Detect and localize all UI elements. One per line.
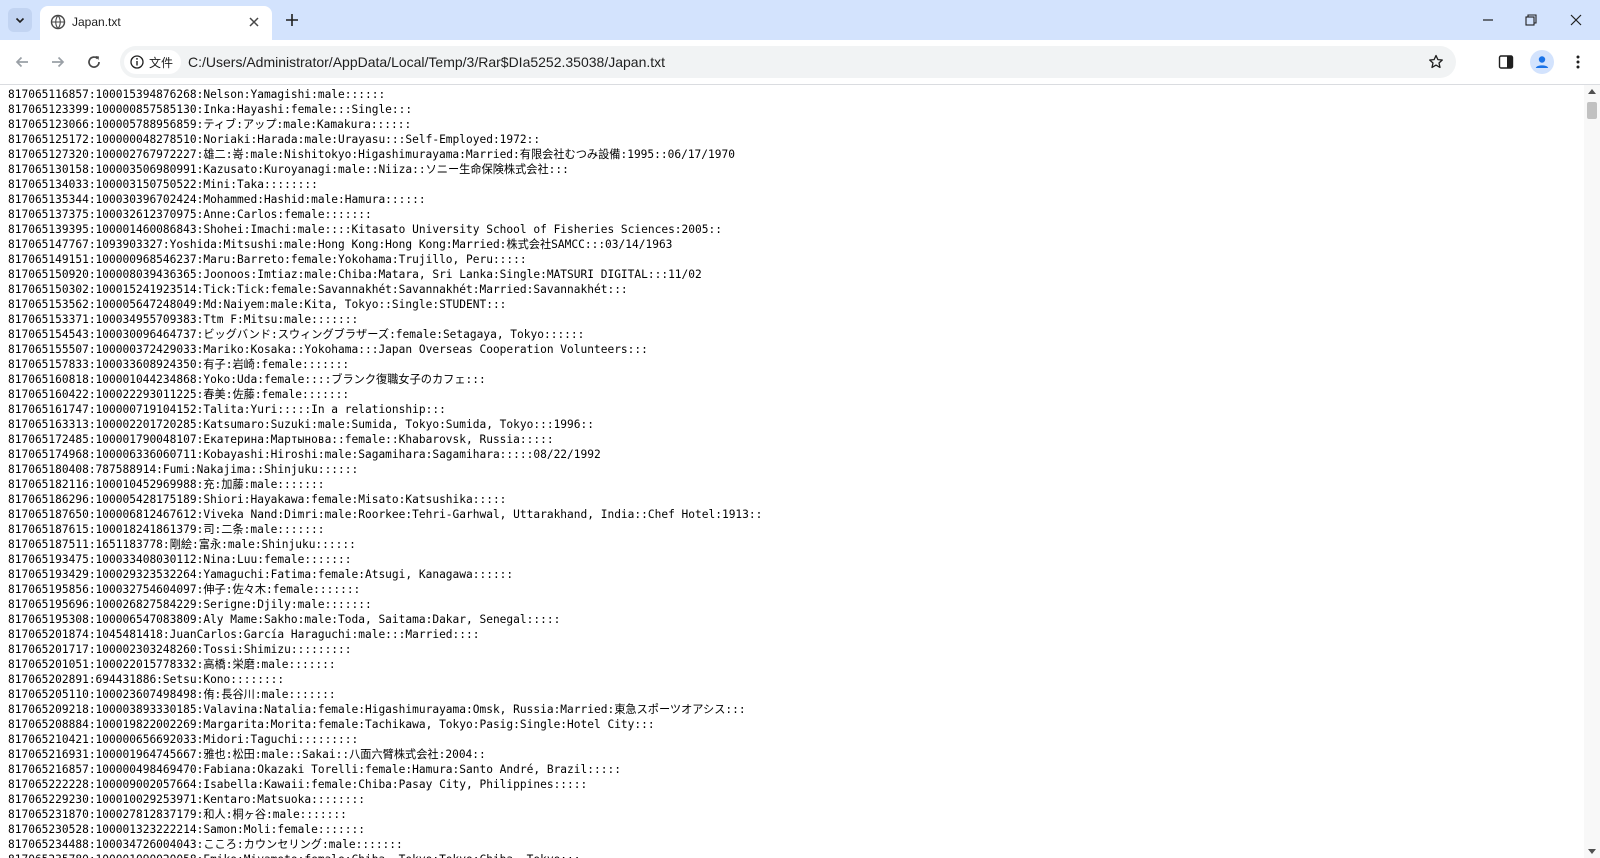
text-line: 817065160818:100001044234868:Yoko:Uda:fe… xyxy=(8,373,486,386)
text-line: 817065153562:100005647248049:Md:Naiyem:m… xyxy=(8,298,507,311)
reload-button[interactable] xyxy=(82,50,106,74)
tab-search-button[interactable] xyxy=(8,8,32,32)
tab-strip: Japan.txt xyxy=(0,0,1600,40)
text-line: 817065230528:100001323222214:Samon:Moli:… xyxy=(8,823,365,836)
text-line: 817065150302:100015241923514:Tick:Tick:f… xyxy=(8,283,628,296)
text-line: 817065195696:100026827584229:Serigne:Dji… xyxy=(8,598,372,611)
site-chip-label: 文件 xyxy=(149,55,174,70)
text-line: 817065229230:100010029253971:Kentaro:Mat… xyxy=(8,793,365,806)
close-icon xyxy=(249,17,259,27)
text-line: 817065137375:100032612370975:Anne:Carlos… xyxy=(8,208,372,221)
text-line: 817065139395:100001460086843:Shohei:Imac… xyxy=(8,223,722,236)
text-document-viewer[interactable]: 817065116857:100015394876268:Nelson:Yama… xyxy=(0,85,1584,858)
profile-button[interactable] xyxy=(1530,50,1554,74)
text-line: 817065209218:100003893330185:Valavina:Na… xyxy=(8,703,746,716)
text-line: 817065149151:100000968546237:Maru:Barret… xyxy=(8,253,527,266)
text-line: 817065205110:100023607498498:侑:長谷川:male:… xyxy=(8,688,336,701)
text-line: 817065201717:100002303248260:Tossi:Shimi… xyxy=(8,643,352,656)
star-icon xyxy=(1429,54,1443,69)
text-line: 817065234488:100034726004043:こころ:カウンセリング… xyxy=(8,838,403,851)
info-icon xyxy=(130,55,144,69)
text-line: 817065210421:100000656692033:Midori:Tagu… xyxy=(8,733,359,746)
side-panel-button[interactable] xyxy=(1494,50,1518,74)
text-line: 817065123066:100005788956859:ティブ:アップ:mal… xyxy=(8,118,412,131)
text-line: 817065130158:100003506980991:Kazusato:Ku… xyxy=(8,163,569,176)
text-line: 817065187650:100006812467612:Viveka Nand… xyxy=(8,508,763,521)
browser-menu-button[interactable] xyxy=(1566,50,1590,74)
minimize-button[interactable] xyxy=(1476,8,1500,32)
text-line: 817065125172:100000048278510:Noriaki:Har… xyxy=(8,133,541,146)
text-line: 817065186296:100005428175189:Shiori:Haya… xyxy=(8,493,507,506)
chevron-down-icon xyxy=(15,17,25,24)
globe-icon xyxy=(50,14,66,30)
text-line: 817065116857:100015394876268:Nelson:Yama… xyxy=(8,88,386,101)
text-line: 817065160422:100022293011225:春美:佐藤:femal… xyxy=(8,388,350,401)
text-line: 817065231870:100027812837179:和人:桐ヶ谷:male… xyxy=(8,808,347,821)
window-close-button[interactable] xyxy=(1564,8,1588,32)
vertical-scrollbar[interactable] xyxy=(1584,85,1600,858)
site-info-chip[interactable]: 文件 xyxy=(124,50,182,74)
text-line: 817065180408:787588914:Fumi:Nakajima::Sh… xyxy=(8,463,359,476)
url-text[interactable]: C:/Users/Administrator/AppData/Local/Tem… xyxy=(188,54,665,70)
text-line: 817065155507:100000372429033:Mariko:Kosa… xyxy=(8,343,648,356)
plus-icon xyxy=(286,14,298,26)
scroll-up-arrow-icon[interactable] xyxy=(1588,89,1596,94)
close-icon xyxy=(1570,14,1582,26)
side-panel-icon xyxy=(1498,55,1514,69)
text-line: 817065193429:100029323532264:Yamaguchi:F… xyxy=(8,568,514,581)
scroll-down-arrow-icon[interactable] xyxy=(1588,849,1596,854)
restore-button[interactable] xyxy=(1519,8,1543,32)
text-line: 817065163313:100002201720285:Katsumaro:S… xyxy=(8,418,594,431)
more-vert-icon xyxy=(1576,55,1580,69)
text-line: 817065195856:100032754604097:伸子:佐々木:fema… xyxy=(8,583,361,596)
text-line: 817065187615:100018241861379:司:二条:male::… xyxy=(8,523,325,536)
forward-arrow-icon xyxy=(52,56,65,68)
reload-icon xyxy=(88,56,100,68)
tab-title: Japan.txt xyxy=(72,15,121,29)
text-line: 817065235780:100001090020058:Emiko:Miyam… xyxy=(8,852,762,858)
text-line: 817065150920:100008039436365:Joonoos:Imt… xyxy=(8,268,702,281)
text-line: 817065193475:100033408030112:Nina:Luu:fe… xyxy=(8,553,352,566)
text-line: 817065174968:100006336060711:Kobayashi:H… xyxy=(8,448,601,461)
text-line: 817065127320:100002767972227:雄二:嵜:male:N… xyxy=(8,148,735,161)
text-line: 817065157833:100033608924350:有子:岩崎:femal… xyxy=(8,358,350,371)
text-line: 817065195308:100006547083809:Aly Mame:Sa… xyxy=(8,613,561,626)
profile-icon xyxy=(1535,56,1549,68)
scroll-thumb[interactable] xyxy=(1587,102,1597,119)
browser-toolbar: 文件 C:/Users/Administrator/AppData/Local/… xyxy=(0,40,1600,85)
text-line: 817065123399:100000857585130:Inka:Hayash… xyxy=(8,103,413,116)
restore-icon xyxy=(1525,14,1537,26)
text-line: 817065208884:100019822002269:Margarita:M… xyxy=(8,718,655,731)
forward-button[interactable] xyxy=(46,50,70,74)
text-line: 817065135344:100030396702424:Mohammed:Ha… xyxy=(8,193,426,206)
text-content: 817065116857:100015394876268:Nelson:Yama… xyxy=(8,87,762,858)
text-line: 817065147767:1093903327:Yoshida:Mitsushi… xyxy=(8,238,673,251)
back-arrow-icon xyxy=(15,56,28,68)
text-line: 817065202891:694431886:Setsu:Kono:::::::… xyxy=(8,673,285,686)
bookmark-button[interactable] xyxy=(1426,52,1446,72)
text-line: 817065222228:100009002057664:Isabella:Ka… xyxy=(8,778,588,791)
text-line: 817065161747:100000719104152:Talita:Yuri… xyxy=(8,403,446,416)
text-line: 817065154543:100030096464737:ビッグバンド:スウィン… xyxy=(8,328,585,341)
back-button[interactable] xyxy=(10,50,34,74)
active-tab[interactable]: Japan.txt xyxy=(40,6,272,40)
text-line: 817065216931:100001964745667:雅也:松田:male:… xyxy=(8,748,486,761)
text-line: 817065134033:100003150750522:Mini:Taka::… xyxy=(8,178,318,191)
text-line: 817065153371:100034955709383:Ttm F:Mitsu… xyxy=(8,313,359,326)
tab-close-button[interactable] xyxy=(246,14,262,30)
text-line: 817065172485:100001790048107:Екатерина:М… xyxy=(8,433,554,446)
new-tab-button[interactable] xyxy=(282,10,302,30)
address-bar[interactable]: 文件 C:/Users/Administrator/AppData/Local/… xyxy=(120,46,1456,78)
minimize-icon xyxy=(1483,19,1493,21)
text-line: 817065182116:100010452969988:充:加藤:male::… xyxy=(8,478,325,491)
text-line: 817065201874:1045481418:JuanCarlos:Garcí… xyxy=(8,628,480,641)
text-line: 817065201051:100022015778332:高橋:栄磨:male:… xyxy=(8,658,336,671)
text-line: 817065216857:100000498469470:Fabiana:Oka… xyxy=(8,763,621,776)
text-line: 817065187511:1651183778:剛絵:富永:male:Shinj… xyxy=(8,538,356,551)
